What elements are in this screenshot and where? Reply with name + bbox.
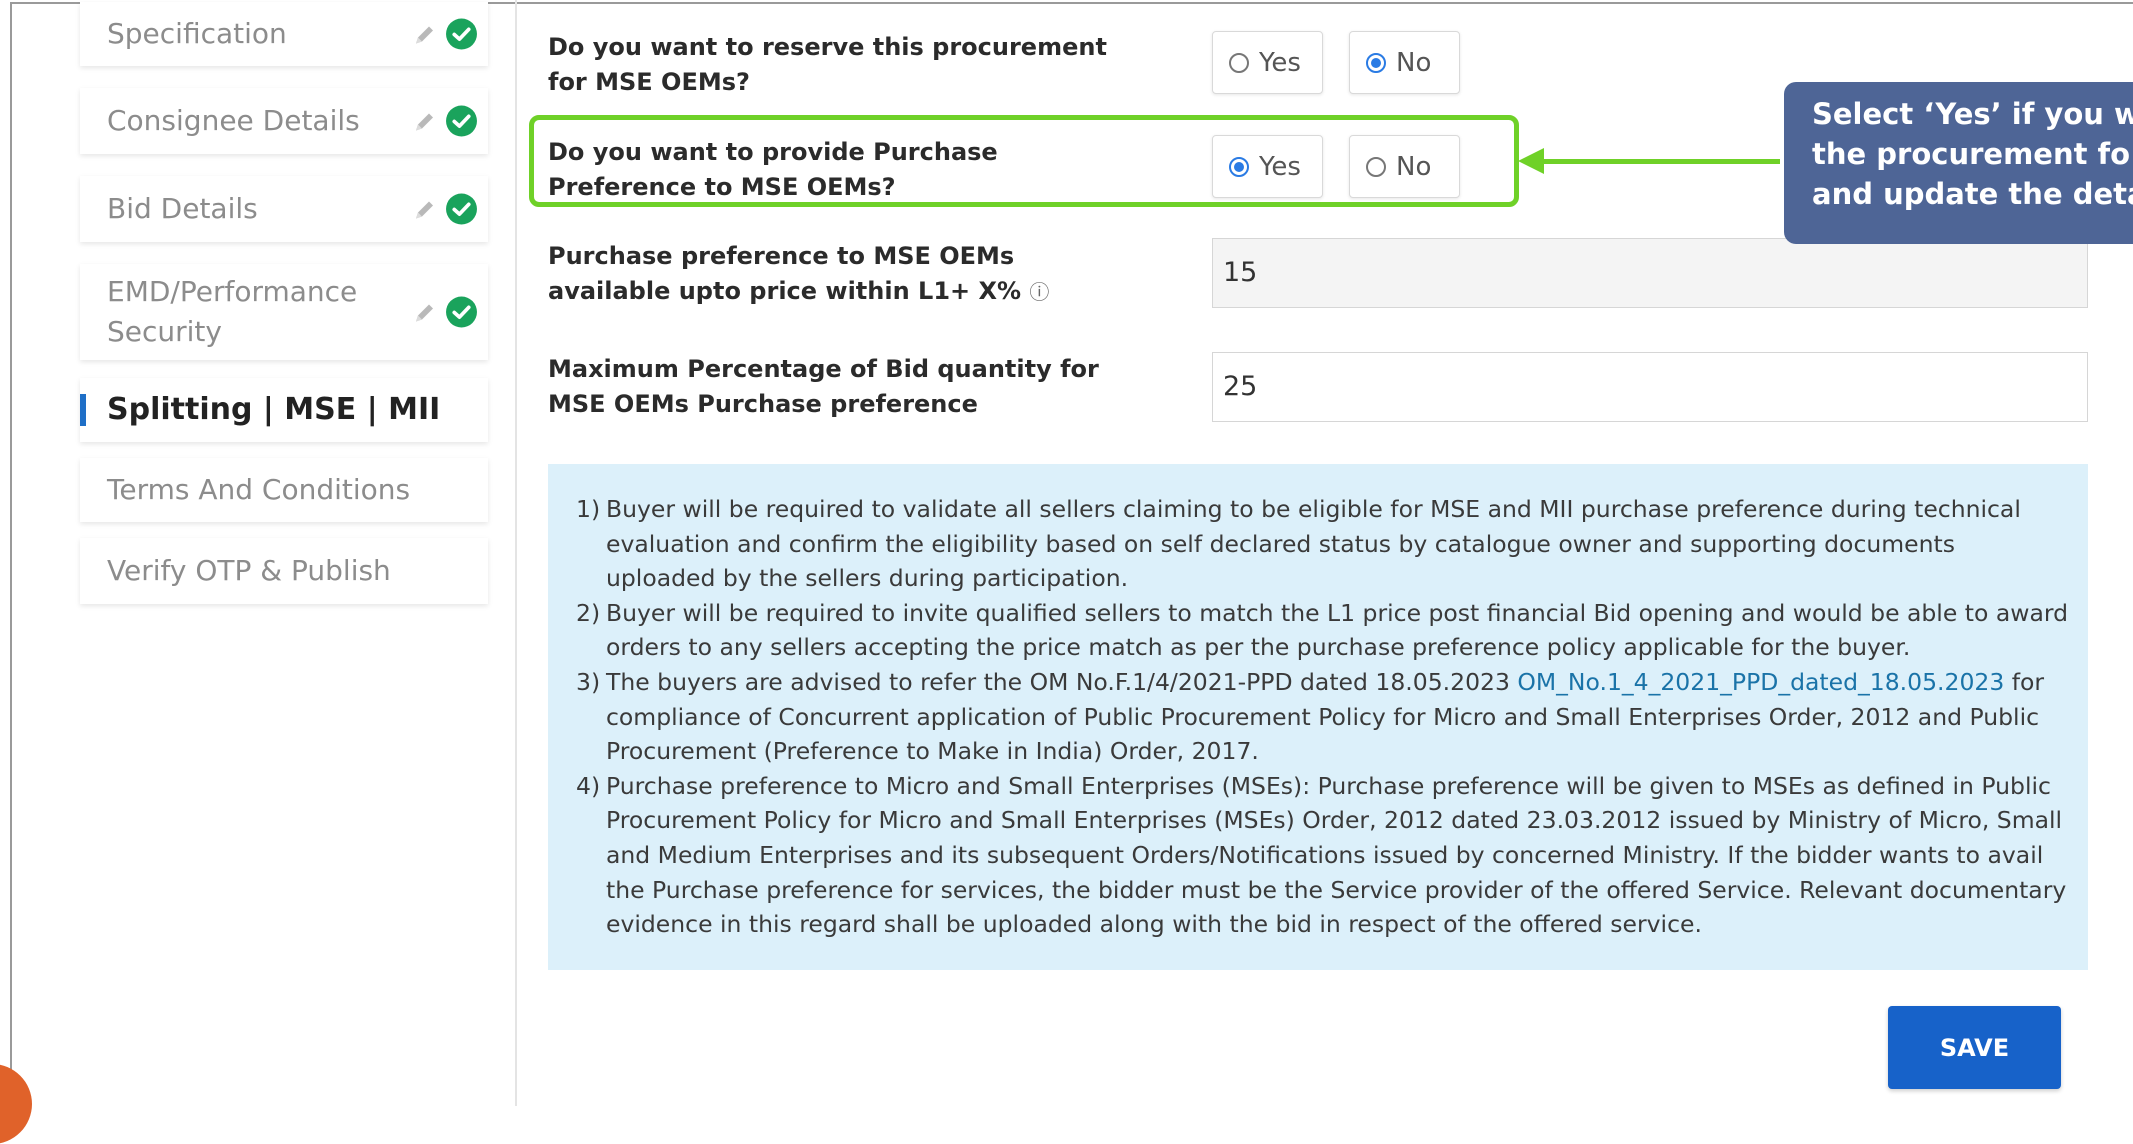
- note-item: 3) The buyers are advised to refer the O…: [576, 665, 2068, 769]
- price-preference-label: Purchase preference to MSE OEMs availabl…: [548, 239, 1108, 310]
- save-button[interactable]: SAVE: [1888, 1006, 2061, 1089]
- note-text: Buyer will be required to invite qualifi…: [606, 598, 2069, 662]
- sidebar: Specification Consignee Details Bid Deta…: [0, 0, 517, 1106]
- pencil-icon[interactable]: [413, 300, 437, 324]
- callout-line-1: Select ‘Yes’ if you w: [1812, 97, 2133, 131]
- check-circle-icon: [446, 105, 477, 137]
- callout-arrow: [1540, 159, 1780, 164]
- radio-button[interactable]: [1229, 52, 1249, 73]
- note-item: 1) Buyer will be required to validate al…: [576, 492, 2068, 596]
- note-item: 2) Buyer will be required to invite qual…: [576, 596, 2068, 665]
- reserve-mse-yes-option[interactable]: Yes: [1212, 31, 1323, 94]
- om-document-link[interactable]: OM_No.1_4_2021_PPD_dated_18.05.2023: [1517, 668, 2004, 696]
- note-item: 4) Purchase preference to Micro and Smal…: [576, 769, 2068, 942]
- sidebar-item-verify-otp-publish[interactable]: Verify OTP & Publish: [80, 538, 488, 604]
- pencil-icon[interactable]: [413, 109, 437, 133]
- help-callout: Select ‘Yes’ if you w the procurement fo…: [1784, 82, 2133, 244]
- purchase-preference-yes-option[interactable]: Yes: [1212, 135, 1323, 198]
- radio-button[interactable]: [1366, 156, 1386, 177]
- note-text: Purchase preference to Micro and Small E…: [606, 771, 2067, 939]
- sidebar-item-consignee-details[interactable]: Consignee Details: [80, 88, 488, 154]
- reserve-mse-question: Do you want to reserve this procurement …: [548, 33, 1107, 96]
- check-circle-icon: [446, 296, 477, 328]
- pencil-icon[interactable]: [413, 22, 437, 46]
- note-text: Buyer will be required to validate all s…: [606, 495, 2021, 593]
- info-icon[interactable]: ⓘ: [1029, 280, 1049, 304]
- note-number: 1): [576, 495, 601, 523]
- sidebar-item-label: Splitting | MSE | MII: [107, 392, 441, 427]
- note-number: 2): [576, 598, 601, 627]
- bid-quantity-input[interactable]: 25: [1212, 352, 2088, 422]
- arrow-head-icon: [1518, 148, 1544, 174]
- option-label: Yes: [1259, 151, 1301, 182]
- sidebar-item-bid-details[interactable]: Bid Details: [80, 176, 488, 242]
- note-number: 4): [576, 771, 601, 800]
- sidebar-item-splitting-mse-mii[interactable]: Splitting | MSE | MII: [80, 378, 488, 442]
- purchase-preference-question: Do you want to provide Purchase Preferen…: [548, 138, 998, 201]
- note-text: The buyers are advised to refer the OM N…: [606, 667, 1518, 696]
- price-preference-input[interactable]: 15: [1212, 238, 2088, 308]
- sidebar-item-emd-performance-security[interactable]: EMD/Performance Security: [80, 264, 488, 360]
- callout-line-2: the procurement fo: [1812, 137, 2131, 171]
- sidebar-item-terms-and-conditions[interactable]: Terms And Conditions: [80, 458, 488, 522]
- option-label: No: [1396, 151, 1432, 182]
- notes-panel: 1) Buyer will be required to validate al…: [548, 464, 2088, 970]
- sidebar-item-specification[interactable]: Specification: [80, 2, 488, 66]
- note-number: 3): [576, 667, 601, 696]
- check-circle-icon: [446, 18, 477, 50]
- price-preference-text: Purchase preference to MSE OEMs availabl…: [548, 242, 1022, 305]
- sidebar-item-label: Verify OTP & Publish: [107, 554, 391, 587]
- pencil-icon[interactable]: [413, 197, 437, 221]
- sidebar-item-label: Terms And Conditions: [107, 473, 411, 506]
- radio-button[interactable]: [1366, 52, 1386, 73]
- check-circle-icon: [446, 193, 477, 225]
- radio-button[interactable]: [1229, 156, 1249, 177]
- option-label: No: [1396, 47, 1432, 78]
- option-label: Yes: [1259, 47, 1301, 78]
- bid-quantity-label: Maximum Percentage of Bid quantity for M…: [548, 355, 1099, 418]
- reserve-mse-no-option[interactable]: No: [1349, 31, 1460, 94]
- purchase-preference-no-option[interactable]: No: [1349, 135, 1460, 198]
- callout-line-3: and update the deta: [1812, 177, 2133, 211]
